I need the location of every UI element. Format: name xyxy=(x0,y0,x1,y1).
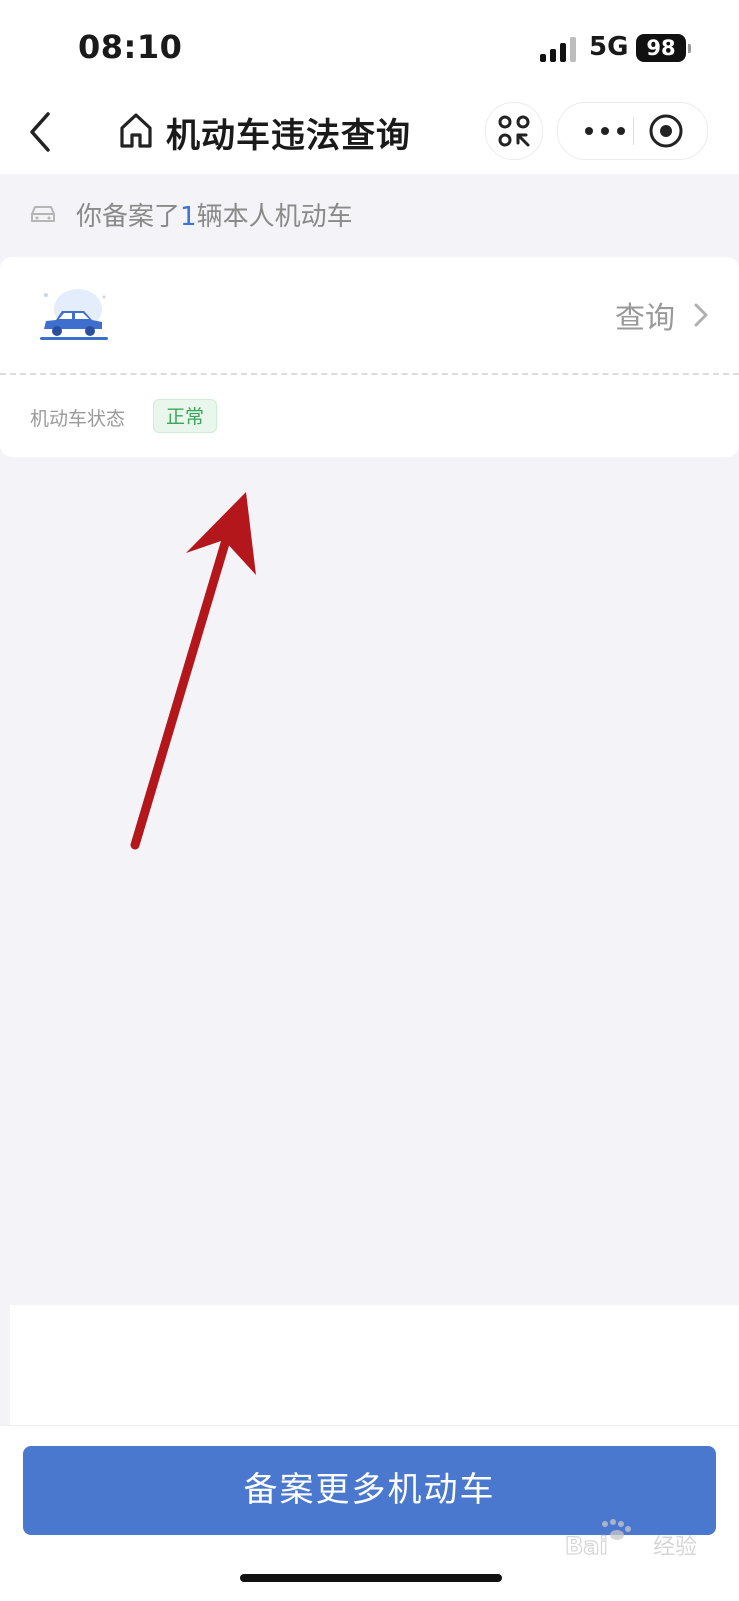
battery-icon: 98 xyxy=(636,34,686,62)
query-link[interactable]: 查询 xyxy=(615,295,709,336)
svg-text:经验: 经验 xyxy=(653,1535,697,1558)
battery-level: 98 xyxy=(646,36,676,60)
query-label: 查询 xyxy=(615,301,675,336)
battery-tip xyxy=(688,44,691,53)
car-outline-icon xyxy=(31,206,55,222)
back-button[interactable] xyxy=(22,108,62,156)
capsule-divider xyxy=(633,117,634,145)
scan-icon xyxy=(498,115,530,147)
chevron-right-icon xyxy=(694,303,708,327)
car-illustration-icon xyxy=(40,289,108,340)
vehicle-status-label: 机动车状态 xyxy=(30,408,126,430)
page-title: 机动车违法查询 xyxy=(166,116,411,156)
target-icon[interactable] xyxy=(647,112,685,150)
network-type: 5G xyxy=(589,32,629,62)
card-divider xyxy=(0,373,739,375)
more-dots-icon[interactable] xyxy=(580,117,630,145)
baidu-watermark-logo: Bai 经验 xyxy=(565,1519,697,1558)
info-text: 你备案了1辆本人机动车 xyxy=(76,196,353,233)
scan-button[interactable] xyxy=(485,102,543,160)
signal-icon xyxy=(540,36,578,62)
status-badge: 正常 xyxy=(153,399,217,433)
info-suffix: 辆本人机动车 xyxy=(196,202,353,232)
home-icon[interactable] xyxy=(118,110,154,150)
info-prefix: 你备案了 xyxy=(76,202,181,232)
status-time: 08:10 xyxy=(78,28,183,66)
bottom-white-panel xyxy=(10,1305,739,1425)
home-indicator xyxy=(240,1574,502,1582)
mini-program-capsule xyxy=(557,102,708,160)
svg-text:Bai: Bai xyxy=(565,1532,608,1558)
vehicle-count: 1 xyxy=(180,202,197,232)
chevron-left-icon xyxy=(30,112,50,152)
vehicle-card[interactable]: 查询 机动车状态 正常 xyxy=(0,257,739,457)
status-bar: 08:10 5G 98 xyxy=(0,0,739,90)
nav-bar: 机动车违法查询 xyxy=(0,90,739,174)
